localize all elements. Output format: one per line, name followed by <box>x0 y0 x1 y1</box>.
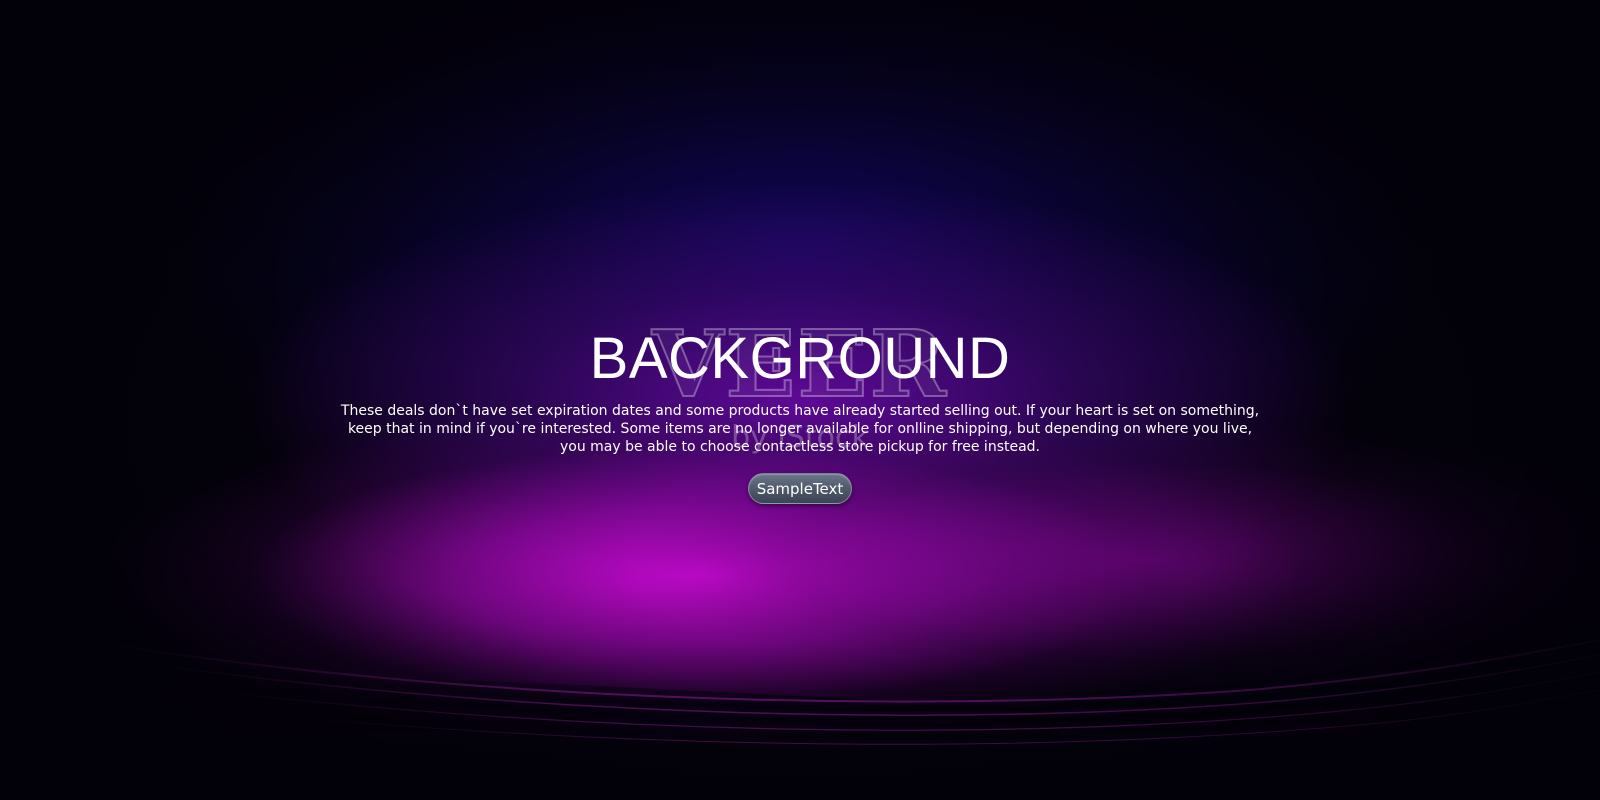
hero-body-text: These deals don`t have set expiration da… <box>340 403 1260 455</box>
background-vignette <box>0 0 1600 800</box>
hero-banner: VEER by iStock BACKGROUND These deals do… <box>0 0 1600 800</box>
hero-title: BACKGROUND <box>589 326 1011 391</box>
sample-text-button[interactable]: SampleText <box>748 473 852 504</box>
